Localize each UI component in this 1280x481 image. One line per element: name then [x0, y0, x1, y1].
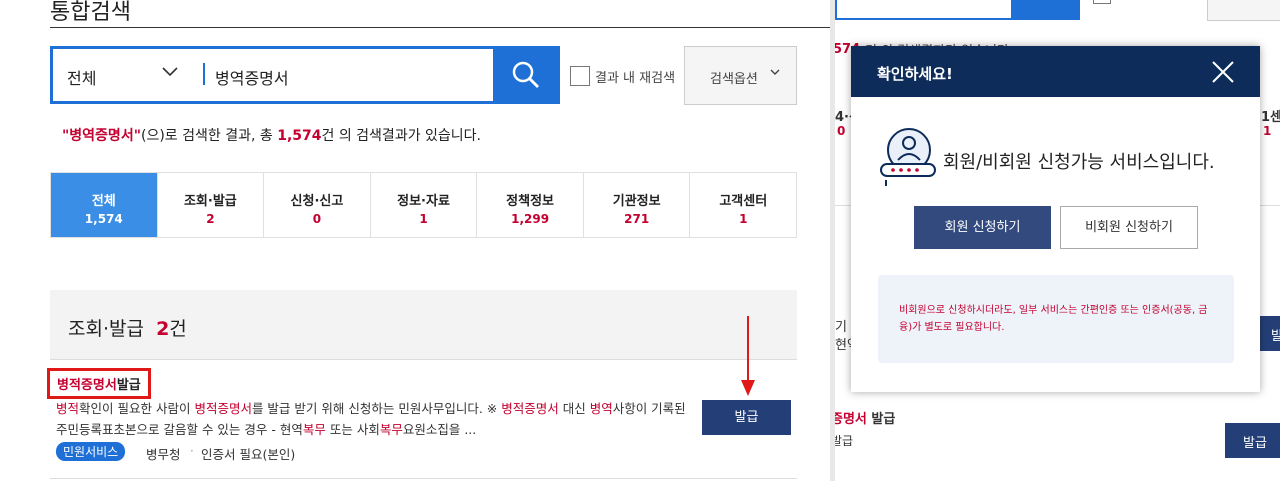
tab-application-report[interactable]: 신청·신고 0: [264, 173, 371, 237]
page-title: 통합검색: [50, 0, 131, 25]
tab-count: 271: [624, 212, 650, 226]
desc-keyword: 복무: [379, 422, 403, 437]
bg-re-search-checkbox[interactable]: [1093, 0, 1111, 4]
text-cursor: [203, 63, 205, 85]
item-title-rest: 발급: [116, 378, 141, 393]
section-title: 조회·발급 2건: [68, 314, 187, 341]
confirm-modal: 확인하세요! 회원/비회원 신청가능 서비스입니다. 회원 신청하기 비회원 신…: [851, 46, 1260, 392]
search-scope-select[interactable]: 전체: [67, 65, 96, 89]
modal-title: 확인하세요!: [877, 65, 953, 83]
desc-keyword: 복무: [302, 422, 326, 437]
annotation-arrow-icon: [741, 316, 755, 396]
tab-customer-center[interactable]: 고객센터 1: [690, 173, 797, 237]
tab-label: 기관정보: [612, 194, 661, 209]
desc-text: 요원소집을 ...: [402, 422, 477, 437]
search-icon: [512, 61, 539, 88]
desc-keyword: 병적증명서: [501, 401, 559, 416]
summary-tail: 건 의 검색결과가 있습니다.: [321, 128, 481, 144]
tab-count: 0: [312, 212, 322, 226]
bg-issue-button-2[interactable]: 발급: [1225, 423, 1280, 458]
tab-count: 1: [739, 212, 748, 226]
tab-label: 고객센터: [719, 194, 768, 209]
title-divider: [50, 27, 830, 28]
tab-count: 1,574: [84, 212, 123, 226]
tab-count: 1,299: [511, 212, 550, 226]
summary-count: 1,574: [277, 128, 322, 144]
section-title-text: 조회·발급: [68, 318, 144, 340]
bg-options-button[interactable]: [1207, 0, 1280, 21]
bg-item-title-keyword: 증명서: [835, 412, 867, 427]
section-header: 조회·발급 2건: [50, 290, 797, 360]
meta-separator: ·: [190, 444, 194, 458]
desc-keyword: 병적증명서: [194, 401, 252, 416]
tab-count: 1: [419, 212, 428, 226]
list-divider: [50, 478, 797, 479]
desc-text: 를 발급 받기 위해 신청하는 민원사무입니다. ※: [251, 401, 502, 416]
tab-label: 정책정보: [506, 194, 555, 209]
agency-label: 병무청: [146, 447, 181, 462]
re-search-label[interactable]: 결과 내 재검색: [595, 67, 675, 86]
tab-count: 2: [206, 212, 215, 226]
summary-mid: (으)로 검색한 결과, 총: [141, 128, 278, 144]
tab-agency-info[interactable]: 기관정보 271: [583, 173, 691, 237]
bg-tab-count-right: 1: [1263, 124, 1272, 138]
modal-header: 확인하세요!: [851, 46, 1260, 97]
chevron-down-icon: [769, 66, 781, 81]
bg-desc-fragment: 기: [835, 320, 847, 335]
section-unit: 건: [169, 318, 187, 340]
bg-tab-fragment-right: 1센: [1261, 110, 1280, 125]
item-title-keyword: 병적증명서: [57, 378, 117, 393]
result-item-description: 병적확인이 필요한 사람이 병적증명서를 발급 받기 위해 신청하는 민원사무입…: [56, 398, 686, 440]
bg-button-label: 발급: [1243, 436, 1267, 451]
tab-info-data[interactable]: 정보·자료 1: [370, 173, 478, 237]
bg-search-button[interactable]: [1013, 0, 1080, 20]
notice-box: 비회원으로 신청하시더라도, 일부 서비스는 간편인증 또는 인증서(공동, 금…: [878, 275, 1234, 363]
guest-apply-button[interactable]: 비회원 신청하기: [1060, 206, 1198, 249]
category-tabs: 전체 1,574 조회·발급 2 신청·신고 0 정보·자료 1 정책정보 1,299 기…: [50, 172, 797, 238]
search-box: 전체 병역증명서: [50, 46, 560, 104]
tab-all[interactable]: 전체 1,574: [51, 173, 158, 237]
re-search-checkbox[interactable]: [570, 66, 590, 86]
member-apply-button[interactable]: 회원 신청하기: [914, 206, 1051, 249]
tab-label: 전체: [91, 194, 116, 209]
tab-policy-info[interactable]: 정책정보 1,299: [477, 173, 584, 237]
chevron-down-icon[interactable]: [161, 62, 179, 84]
bg-tab-count: 0: [837, 124, 846, 138]
notice-text: 비회원으로 신청하시더라도, 일부 서비스는 간편인증 또는 인증서(공동, 금…: [899, 305, 1208, 333]
search-page: 통합검색 전체 병역증명서 결과 내 재검색 검색옵션 "병역증명서"(으)로 …: [0, 0, 830, 481]
search-button[interactable]: [493, 46, 560, 104]
result-item-title[interactable]: 병적증명서발급: [47, 368, 151, 399]
tab-label: 조회·발급: [183, 194, 237, 209]
bg-search-input[interactable]: [835, 0, 1013, 20]
bg-item-title: 증명서 발급: [835, 408, 895, 427]
modal-message: 회원/비회원 신청가능 서비스입니다.: [943, 152, 1215, 173]
section-count: 2: [156, 318, 170, 340]
bg-button-label: 발급: [1271, 329, 1280, 344]
search-input[interactable]: 병역증명서: [215, 65, 289, 89]
result-summary: "병역증명서"(으)로 검색한 결과, 총 1,574건 의 검색결과가 있습니…: [62, 125, 481, 145]
bg-item-title-rest: 발급: [866, 412, 896, 427]
search-options-label: 검색옵션: [710, 72, 758, 87]
summary-keyword: "병역증명서": [62, 128, 141, 144]
bg-item-desc: 발급: [835, 434, 854, 448]
desc-keyword: 병역: [589, 401, 613, 416]
search-options-button[interactable]: 검색옵션: [684, 46, 797, 105]
user-auth-icon: [880, 128, 936, 186]
tab-label: 정보·자료: [397, 194, 450, 209]
desc-text: 확인이 필요한 사람이: [79, 401, 195, 416]
tab-inquiry-issue[interactable]: 조회·발급 2: [157, 173, 265, 237]
issue-button[interactable]: 발급: [702, 400, 791, 435]
desc-text: 대신: [558, 401, 590, 416]
background-page-with-modal: 574 건 의 검색결과가 있습니다 4·신 0 1센 1 기 현역 발급 증명…: [835, 0, 1280, 481]
desc-keyword: 병적: [56, 401, 80, 416]
desc-text: 또는 사회: [325, 422, 380, 437]
service-type-badge: 민원서비스: [56, 442, 126, 461]
tab-label: 신청·신고: [290, 194, 344, 209]
close-icon[interactable]: [1209, 58, 1237, 86]
requirement-label: 인증서 필요(본인): [201, 447, 296, 462]
